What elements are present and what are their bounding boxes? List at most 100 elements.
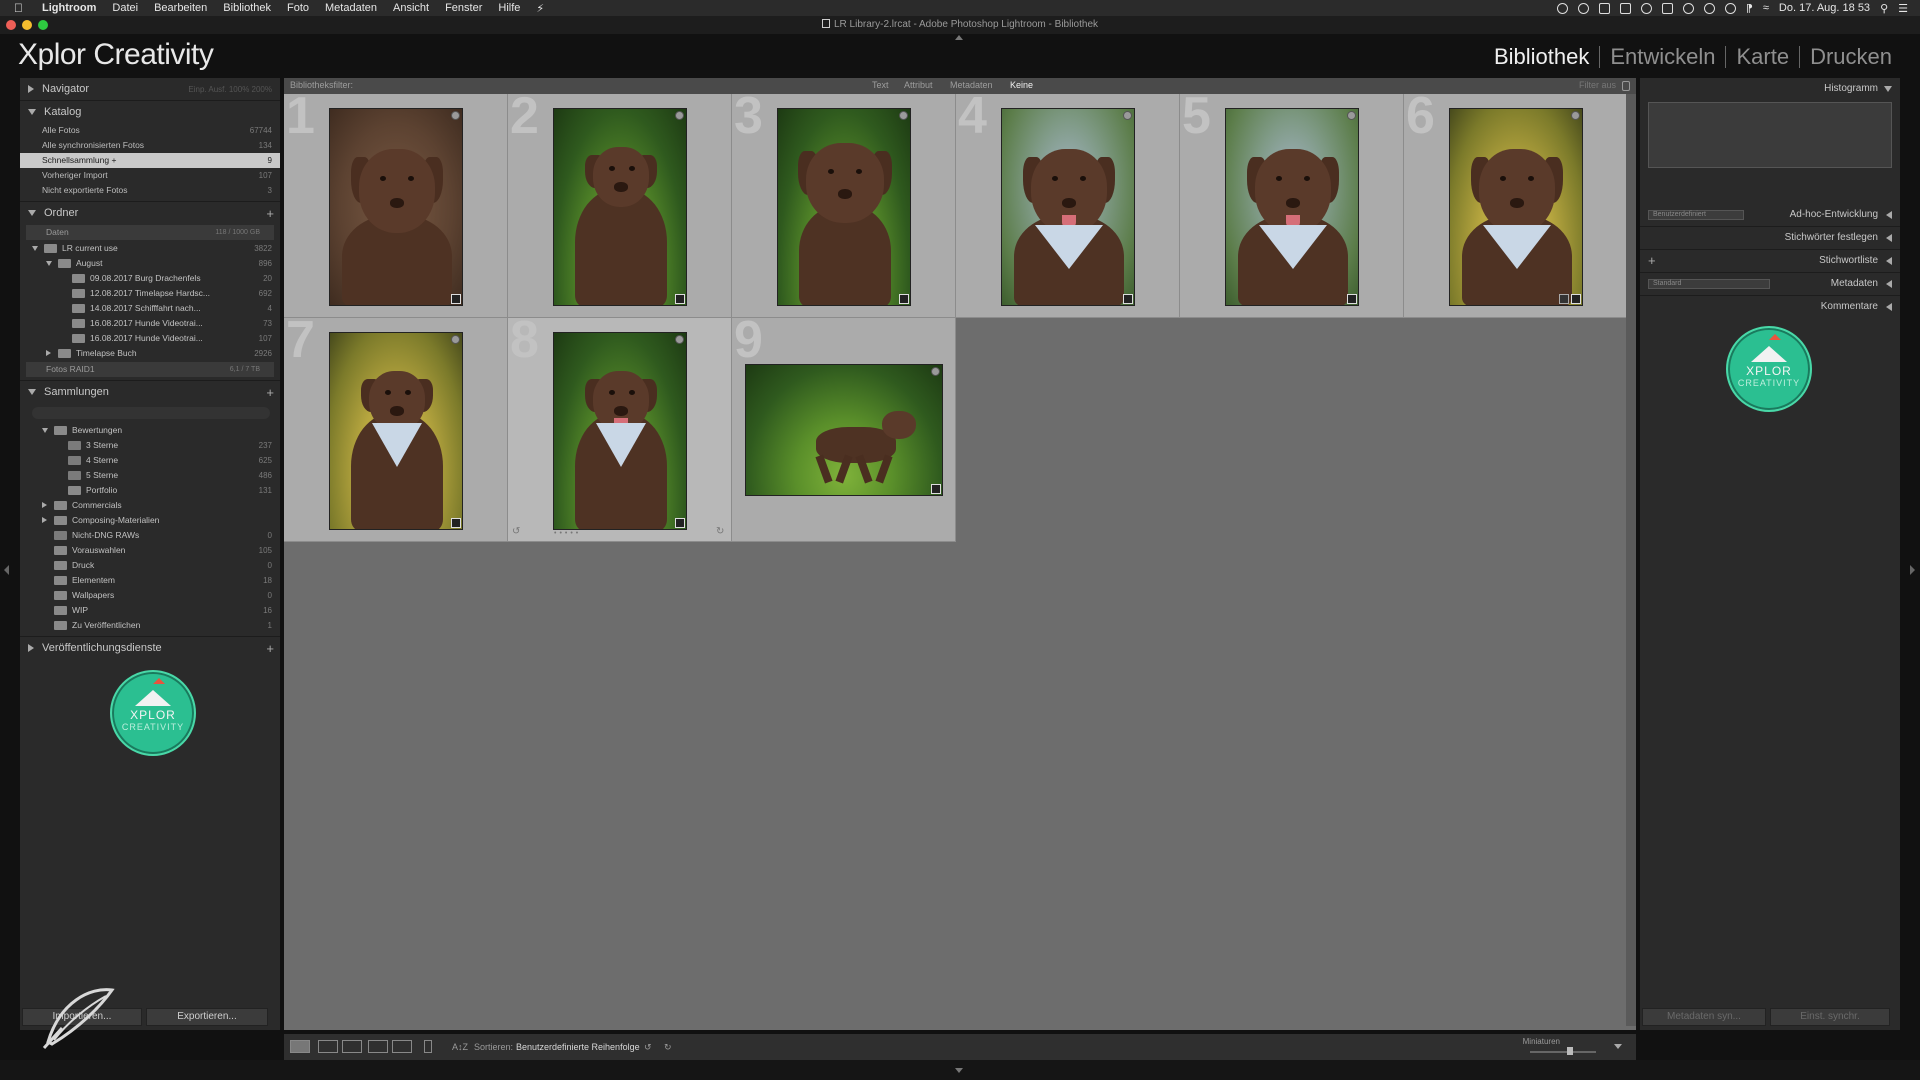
metadata-badge-icon[interactable]: [675, 294, 685, 304]
wifi-icon[interactable]: ≈: [1763, 2, 1769, 14]
left-panel-toggle-icon[interactable]: [4, 565, 9, 575]
menu-foto[interactable]: Foto: [287, 2, 309, 14]
photo-thumbnail[interactable]: [1449, 108, 1583, 306]
people-view-icon[interactable]: [392, 1040, 412, 1053]
photo-thumbnail[interactable]: [1225, 108, 1359, 306]
rotate-left-icon[interactable]: ↺: [512, 526, 520, 537]
metadata-badge-icon[interactable]: [931, 484, 941, 494]
menu-hilfe[interactable]: Hilfe: [498, 2, 520, 14]
spotlight-search-icon[interactable]: ⚲: [1880, 2, 1888, 15]
filter-preset-select[interactable]: Filter aus: [1579, 80, 1616, 90]
pick-flag-icon[interactable]: [1571, 111, 1580, 120]
sync-settings-button[interactable]: Einst. synchr.: [1770, 1008, 1890, 1026]
collection-row[interactable]: 5 Sterne 486: [20, 468, 280, 483]
grid-cell[interactable]: 3: [732, 90, 956, 318]
grid-cell[interactable]: 2: [508, 90, 732, 318]
thumbnail-size-knob[interactable]: [1567, 1047, 1573, 1055]
metadata-badge-icon[interactable]: [1571, 294, 1581, 304]
folder-row[interactable]: 16.08.2017 Hunde Videotrai... 107: [20, 331, 280, 346]
sync-metadata-button[interactable]: Metadaten syn...: [1642, 1008, 1766, 1026]
collection-row[interactable]: Zu Veröffentlichen 1: [20, 618, 280, 633]
add-folder-icon[interactable]: +: [266, 206, 274, 221]
collapsed-triangle-icon[interactable]: [42, 517, 47, 523]
rotate-right-icon[interactable]: ↻: [664, 1042, 672, 1053]
pick-flag-icon[interactable]: [1347, 111, 1356, 120]
menu-metadaten[interactable]: Metadaten: [325, 2, 377, 14]
bolt-icon[interactable]: ⚡: [536, 2, 544, 15]
folder-row[interactable]: 09.08.2017 Burg Drachenfels 20: [20, 271, 280, 286]
photo-thumbnail[interactable]: [1001, 108, 1135, 306]
folder-row[interactable]: LR current use 3822: [20, 241, 280, 256]
pick-flag-icon[interactable]: [675, 335, 684, 344]
pick-flag-icon[interactable]: [675, 111, 684, 120]
folder-row[interactable]: 14.08.2017 Schifffahrt nach... 4: [20, 301, 280, 316]
keyword-list-header[interactable]: + Stichwortliste: [1640, 250, 1900, 272]
folder-row[interactable]: August 896: [20, 256, 280, 271]
metadata-badge-icon[interactable]: [675, 518, 685, 528]
thumbnail-size-slider[interactable]: [1530, 1051, 1596, 1053]
sync-icon[interactable]: [1640, 2, 1652, 14]
filter-tab-attribute[interactable]: Attribut: [904, 80, 933, 90]
sort-order-select[interactable]: Benutzerdefinierte Reihenfolge: [516, 1042, 640, 1052]
record-icon[interactable]: [1556, 2, 1568, 14]
circle-icon[interactable]: [1682, 2, 1694, 14]
compare-view-icon[interactable]: [342, 1040, 362, 1053]
grid-cell[interactable]: 9: [732, 314, 956, 542]
crop-badge-icon[interactable]: [1559, 294, 1569, 304]
menu-app[interactable]: Lightroom: [42, 2, 96, 14]
creative-cloud-icon[interactable]: [1577, 2, 1589, 14]
collection-row[interactable]: Portfolio 131: [20, 483, 280, 498]
menu-fenster[interactable]: Fenster: [445, 2, 482, 14]
folder-row[interactable]: Timelapse Buch 2926: [20, 346, 280, 361]
expanded-triangle-icon[interactable]: [32, 246, 38, 251]
keywording-header[interactable]: Stichwörter festlegen: [1640, 227, 1900, 249]
photo-thumbnail[interactable]: [329, 332, 463, 530]
catalog-item-selected[interactable]: Schnellsammlung + 9: [20, 153, 280, 168]
survey-view-icon[interactable]: [368, 1040, 388, 1053]
collection-row[interactable]: 3 Sterne 237: [20, 438, 280, 453]
expanded-triangle-icon[interactable]: [42, 428, 48, 433]
metadata-header[interactable]: Standard Metadaten: [1640, 273, 1900, 295]
grid-cell[interactable]: 8 ••••• ↺ ↻: [508, 314, 732, 542]
pick-flag-icon[interactable]: [899, 111, 908, 120]
collection-search-input[interactable]: [32, 407, 270, 419]
metadata-badge-icon[interactable]: [451, 518, 461, 528]
catalog-item[interactable]: Alle synchronisierten Fotos 134: [20, 138, 280, 153]
collection-row[interactable]: Druck 0: [20, 558, 280, 573]
add-keyword-icon[interactable]: +: [1648, 250, 1656, 272]
folder-row[interactable]: 16.08.2017 Hunde Videotrai... 73: [20, 316, 280, 331]
catalog-item[interactable]: Vorheriger Import 107: [20, 168, 280, 183]
top-panel-toggle-icon[interactable]: [955, 35, 963, 40]
collection-row[interactable]: Bewertungen: [20, 423, 280, 438]
notification-center-icon[interactable]: ☰: [1898, 2, 1908, 15]
collection-row[interactable]: Commercials: [20, 498, 280, 513]
photo-thumbnail[interactable]: [745, 364, 943, 496]
pick-flag-icon[interactable]: [931, 367, 940, 376]
publish-services-header[interactable]: Veröffentlichungsdienste +: [20, 637, 280, 659]
grid-scrollbar[interactable]: [1626, 94, 1636, 1026]
user-icon[interactable]: [1619, 2, 1631, 14]
photo-thumbnail[interactable]: [553, 332, 687, 530]
dropbox-icon[interactable]: [1598, 2, 1610, 14]
collapsed-triangle-icon[interactable]: [42, 502, 47, 508]
close-window-button[interactable]: [6, 20, 16, 30]
comments-header[interactable]: Kommentare: [1640, 296, 1900, 318]
catalog-item[interactable]: Nicht exportierte Fotos 3: [20, 183, 280, 198]
module-drucken[interactable]: Drucken: [1800, 44, 1902, 70]
folder-row[interactable]: 12.08.2017 Timelapse Hardsc... 692: [20, 286, 280, 301]
star-rating-dots[interactable]: •••••: [554, 530, 581, 537]
collections-header[interactable]: Sammlungen +: [20, 381, 280, 403]
info-icon[interactable]: [1703, 2, 1715, 14]
zoom-window-button[interactable]: [38, 20, 48, 30]
collapsed-triangle-icon[interactable]: [46, 350, 51, 356]
grid-cell[interactable]: 7: [284, 314, 508, 542]
catalog-item[interactable]: Alle Fotos 67744: [20, 123, 280, 138]
photo-thumbnail[interactable]: [329, 108, 463, 306]
pick-flag-icon[interactable]: [1123, 111, 1132, 120]
right-panel-toggle-icon[interactable]: [1910, 565, 1915, 575]
collection-row[interactable]: Elementem 18: [20, 573, 280, 588]
volume-bar-daten[interactable]: Daten 118 / 1000 GB: [26, 225, 274, 240]
collection-row[interactable]: 4 Sterne 625: [20, 453, 280, 468]
module-bibliothek[interactable]: Bibliothek: [1484, 44, 1599, 70]
sort-direction-icon[interactable]: A↕Z: [452, 1042, 468, 1052]
